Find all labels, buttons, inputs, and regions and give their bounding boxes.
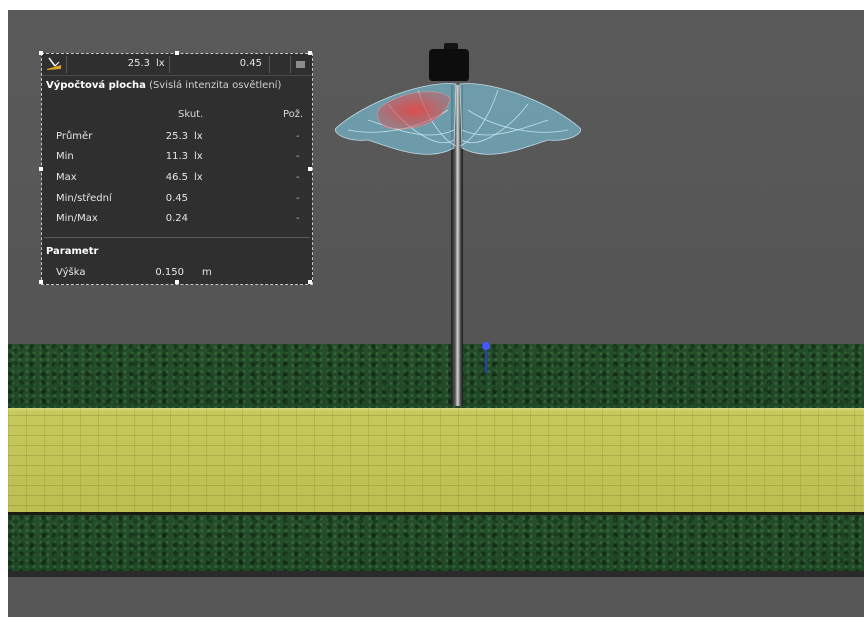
row-value: 0.45 xyxy=(165,193,188,204)
column-header-actual: Skut. xyxy=(178,109,204,120)
selection-marker-line xyxy=(485,347,487,373)
result-row: Min/Max 0.24 - xyxy=(42,213,312,227)
scene-3d[interactable]: 25.3 lx 0.45 Výpočtová plocha (Svislá in… xyxy=(8,10,864,617)
panel-title-text: Výpočtová plocha xyxy=(46,80,146,91)
menu-icon[interactable] xyxy=(296,61,305,68)
row-required: - xyxy=(296,151,300,162)
result-row: Max 46.5 lx - xyxy=(42,172,312,186)
toolbar-divider xyxy=(169,56,170,73)
row-label: Min/Max xyxy=(56,213,98,224)
row-label: Max xyxy=(56,172,77,183)
parameter-section-title: Parametr xyxy=(46,246,99,257)
row-unit: lx xyxy=(194,151,203,162)
result-row: Min 11.3 lx - xyxy=(42,151,312,165)
selection-marker-handle[interactable] xyxy=(482,342,490,350)
toolbar-divider xyxy=(66,56,67,73)
result-row: Min/střední 0.45 - xyxy=(42,193,312,207)
viewport-3d[interactable]: 25.3 lx 0.45 Výpočtová plocha (Svislá in… xyxy=(0,0,864,617)
toolbar-divider xyxy=(269,56,270,73)
grass-strip-lower[interactable] xyxy=(8,515,864,571)
row-required: - xyxy=(296,131,300,142)
row-value: 46.5 xyxy=(165,172,188,183)
row-value: 0.24 xyxy=(165,213,188,224)
toolbar-uniformity-value: 0.45 xyxy=(239,58,262,69)
parameter-value[interactable]: 0.150 xyxy=(126,267,184,278)
section-divider xyxy=(44,237,310,238)
resize-handle[interactable] xyxy=(308,167,312,171)
row-required: - xyxy=(296,213,300,224)
panel-toolbar: 25.3 lx 0.45 xyxy=(42,54,312,76)
parameter-label: Výška xyxy=(56,267,86,278)
resize-handle[interactable] xyxy=(39,167,43,171)
walkway-surface[interactable] xyxy=(8,408,864,516)
toolbar-average-value: 25.3 xyxy=(127,58,150,69)
calculation-results-panel[interactable]: 25.3 lx 0.45 Výpočtová plocha (Svislá in… xyxy=(39,51,313,285)
panel-title: Výpočtová plocha (Svislá intenzita osvět… xyxy=(46,80,281,91)
row-value: 11.3 xyxy=(165,151,188,162)
road-surface[interactable] xyxy=(8,577,864,617)
toolbar-divider xyxy=(290,56,291,73)
result-row: Průměr 25.3 lx - xyxy=(42,131,312,145)
panel-subtitle: (Svislá intenzita osvětlení) xyxy=(149,80,282,91)
row-unit: lx xyxy=(194,172,203,183)
parameter-unit: m xyxy=(202,267,212,278)
row-required: - xyxy=(296,172,300,183)
photometric-distribution-icon[interactable] xyxy=(328,70,588,180)
row-unit: lx xyxy=(194,131,203,142)
row-label: Min/střední xyxy=(56,193,112,204)
toolbar-average-unit: lx xyxy=(156,58,165,69)
row-label: Min xyxy=(56,151,74,162)
grass-strip-upper[interactable] xyxy=(8,344,864,408)
row-required: - xyxy=(296,193,300,204)
row-value: 25.3 xyxy=(165,131,188,142)
row-label: Průměr xyxy=(56,131,93,142)
parameter-row: Výška 0.150 m xyxy=(42,267,312,281)
column-header-required: Pož. xyxy=(283,109,304,120)
luminaire-head[interactable] xyxy=(429,49,469,81)
calculation-surface-icon[interactable] xyxy=(45,56,63,72)
